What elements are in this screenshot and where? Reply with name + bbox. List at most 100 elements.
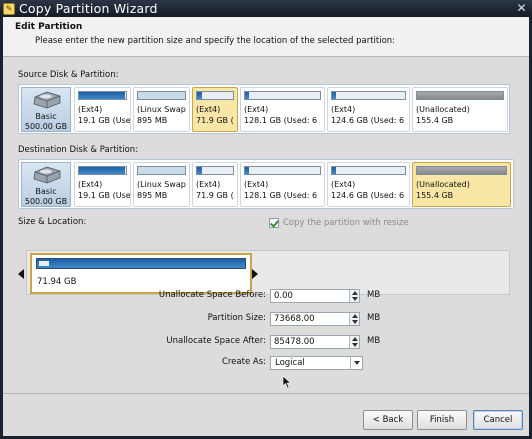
- source-label: Source Disk & Partition:: [18, 70, 119, 80]
- unit-label: MB: [367, 313, 381, 323]
- checkbox-label: Copy the partition with resize: [283, 218, 409, 228]
- unallocate-after-label: Unallocate Space After:: [166, 336, 266, 346]
- create-as-select[interactable]: Logical: [270, 356, 363, 370]
- source-disk[interactable]: Basic 500.00 GB: [21, 87, 71, 132]
- create-as-row: Create As: Logical: [3, 356, 529, 370]
- button-bar: < Back Finish Cancel: [3, 393, 529, 436]
- destination-disk-map: Basic 500.00 GB (Ext4) 19.1 GB (Use (Lin…: [18, 159, 514, 209]
- source-partition[interactable]: (Ext4) 124.6 GB (Used: 6: [327, 87, 410, 132]
- partition-size-label: Partition Size:: [207, 313, 266, 323]
- partition-size: 128.1 GB (Used: 6: [244, 116, 318, 125]
- unallocate-after-value[interactable]: 85478.00: [274, 337, 315, 347]
- source-partition[interactable]: (Unallocated) 155.4 GB: [412, 87, 508, 132]
- usage-bar: [416, 91, 504, 100]
- spin-buttons[interactable]: [349, 313, 359, 325]
- partition-size: 128.1 GB (Used: 6: [244, 191, 318, 200]
- partition-size-block[interactable]: 71.94 GB: [30, 253, 252, 294]
- chevron-down-icon[interactable]: [350, 357, 362, 369]
- hard-disk-icon: [33, 91, 61, 109]
- usage-bar: [331, 166, 406, 175]
- unallocate-before-input[interactable]: 0.00: [270, 289, 360, 303]
- partition-fs: (Ext4): [196, 180, 221, 189]
- destination-partition-selected[interactable]: (Unallocated) 155.4 GB: [412, 162, 511, 207]
- partition-fs: (Ext4): [196, 105, 221, 114]
- checkbox-checked-icon[interactable]: [269, 218, 279, 228]
- disk-type: Basic: [35, 187, 57, 196]
- partition-fs: (Unallocated): [416, 105, 470, 114]
- right-resize-handle[interactable]: [252, 269, 258, 279]
- close-icon[interactable]: ✕: [515, 2, 528, 15]
- dialog: Edit Partition Please enter the new part…: [3, 17, 529, 436]
- spin-up-icon[interactable]: [352, 314, 358, 318]
- partition-bar: [36, 258, 246, 269]
- hard-disk-icon: [33, 166, 61, 184]
- disk-size: 500.00 GB: [24, 122, 68, 131]
- header-subtitle: Please enter the new partition size and …: [35, 36, 396, 46]
- destination-partition[interactable]: (Ext4) 19.1 GB (Use: [74, 162, 131, 207]
- partition-fs: (Unallocated): [416, 180, 470, 189]
- partition-fs: (Ext4): [331, 105, 356, 114]
- title-bar: ✎ Copy Partition Wizard ✕: [0, 0, 532, 17]
- usage-bar: [78, 166, 127, 175]
- spin-down-icon[interactable]: [352, 343, 358, 347]
- partition-size: 71.9 GB (: [196, 116, 234, 125]
- copy-with-resize-checkbox[interactable]: Copy the partition with resize: [269, 218, 408, 228]
- spin-up-icon[interactable]: [352, 291, 358, 295]
- destination-label: Destination Disk & Partition:: [18, 145, 139, 155]
- partition-fs: (Linux Swap: [137, 105, 186, 114]
- partition-fs: (Ext4): [78, 105, 103, 114]
- left-resize-handle[interactable]: [18, 269, 24, 279]
- unallocate-before-row: Unallocate Space Before: 0.00 MB: [3, 289, 529, 303]
- destination-partition[interactable]: (Ext4) 71.9 GB (: [192, 162, 238, 207]
- create-as-label: Create As:: [221, 357, 266, 367]
- destination-partition[interactable]: (Ext4) 124.6 GB (Used: 6: [327, 162, 410, 207]
- destination-disk[interactable]: Basic 500.00 GB: [21, 162, 71, 207]
- header-title: Edit Partition: [15, 22, 83, 32]
- partition-fs: (Linux Swap: [137, 180, 186, 189]
- unallocate-before-label: Unallocate Space Before:: [158, 290, 266, 300]
- partition-fs: (Ext4): [78, 180, 103, 189]
- partition-fs: (Ext4): [244, 105, 269, 114]
- spin-down-icon[interactable]: [352, 320, 358, 324]
- cancel-button[interactable]: Cancel: [473, 410, 523, 430]
- spin-buttons[interactable]: [349, 336, 359, 348]
- back-button[interactable]: < Back: [363, 410, 413, 430]
- usage-bar: [331, 91, 406, 100]
- source-disk-map: Basic 500.00 GB (Ext4) 19.1 GB (Use (Lin…: [18, 84, 510, 134]
- partition-size: 71.9 GB (: [196, 191, 234, 200]
- partition-size-row: Partition Size: 73668.00 MB: [3, 312, 529, 326]
- partition-size: 19.1 GB (Use: [78, 191, 131, 200]
- unallocate-before-value[interactable]: 0.00: [274, 291, 293, 301]
- partition-size-value[interactable]: 73668.00: [274, 314, 315, 324]
- partition-size: 895 MB: [137, 191, 168, 200]
- usage-bar: [196, 91, 234, 100]
- partition-size-label: 71.94 GB: [37, 277, 77, 287]
- spin-up-icon[interactable]: [352, 337, 358, 341]
- destination-partition[interactable]: (Ext4) 128.1 GB (Used: 6: [240, 162, 325, 207]
- disk-type: Basic: [35, 112, 57, 121]
- usage-bar: [137, 166, 186, 175]
- usage-bar: [78, 91, 127, 100]
- create-as-value[interactable]: Logical: [275, 358, 305, 368]
- source-partition[interactable]: (Ext4) 128.1 GB (Used: 6: [240, 87, 325, 132]
- finish-button[interactable]: Finish: [417, 410, 467, 430]
- usage-bar: [416, 166, 507, 175]
- partition-fs: (Ext4): [244, 180, 269, 189]
- source-partition[interactable]: (Ext4) 19.1 GB (Use: [74, 87, 131, 132]
- unallocate-after-input[interactable]: 85478.00: [270, 335, 360, 349]
- mouse-cursor-icon: [282, 375, 292, 389]
- usage-bar: [244, 91, 321, 100]
- usage-bar: [244, 166, 321, 175]
- unit-label: MB: [367, 336, 381, 346]
- window-title: Copy Partition Wizard: [19, 1, 158, 16]
- destination-partition[interactable]: (Linux Swap 895 MB: [133, 162, 190, 207]
- spin-buttons[interactable]: [349, 290, 359, 302]
- source-partition-selected[interactable]: (Ext4) 71.9 GB (: [192, 87, 238, 132]
- partition-size: 895 MB: [137, 116, 168, 125]
- usage-bar: [137, 91, 186, 100]
- spin-down-icon[interactable]: [352, 297, 358, 301]
- partition-size-input[interactable]: 73668.00: [270, 312, 360, 326]
- partition-size: 155.4 GB: [416, 191, 454, 200]
- source-partition[interactable]: (Linux Swap 895 MB: [133, 87, 190, 132]
- unallocate-after-row: Unallocate Space After: 85478.00 MB: [3, 335, 529, 349]
